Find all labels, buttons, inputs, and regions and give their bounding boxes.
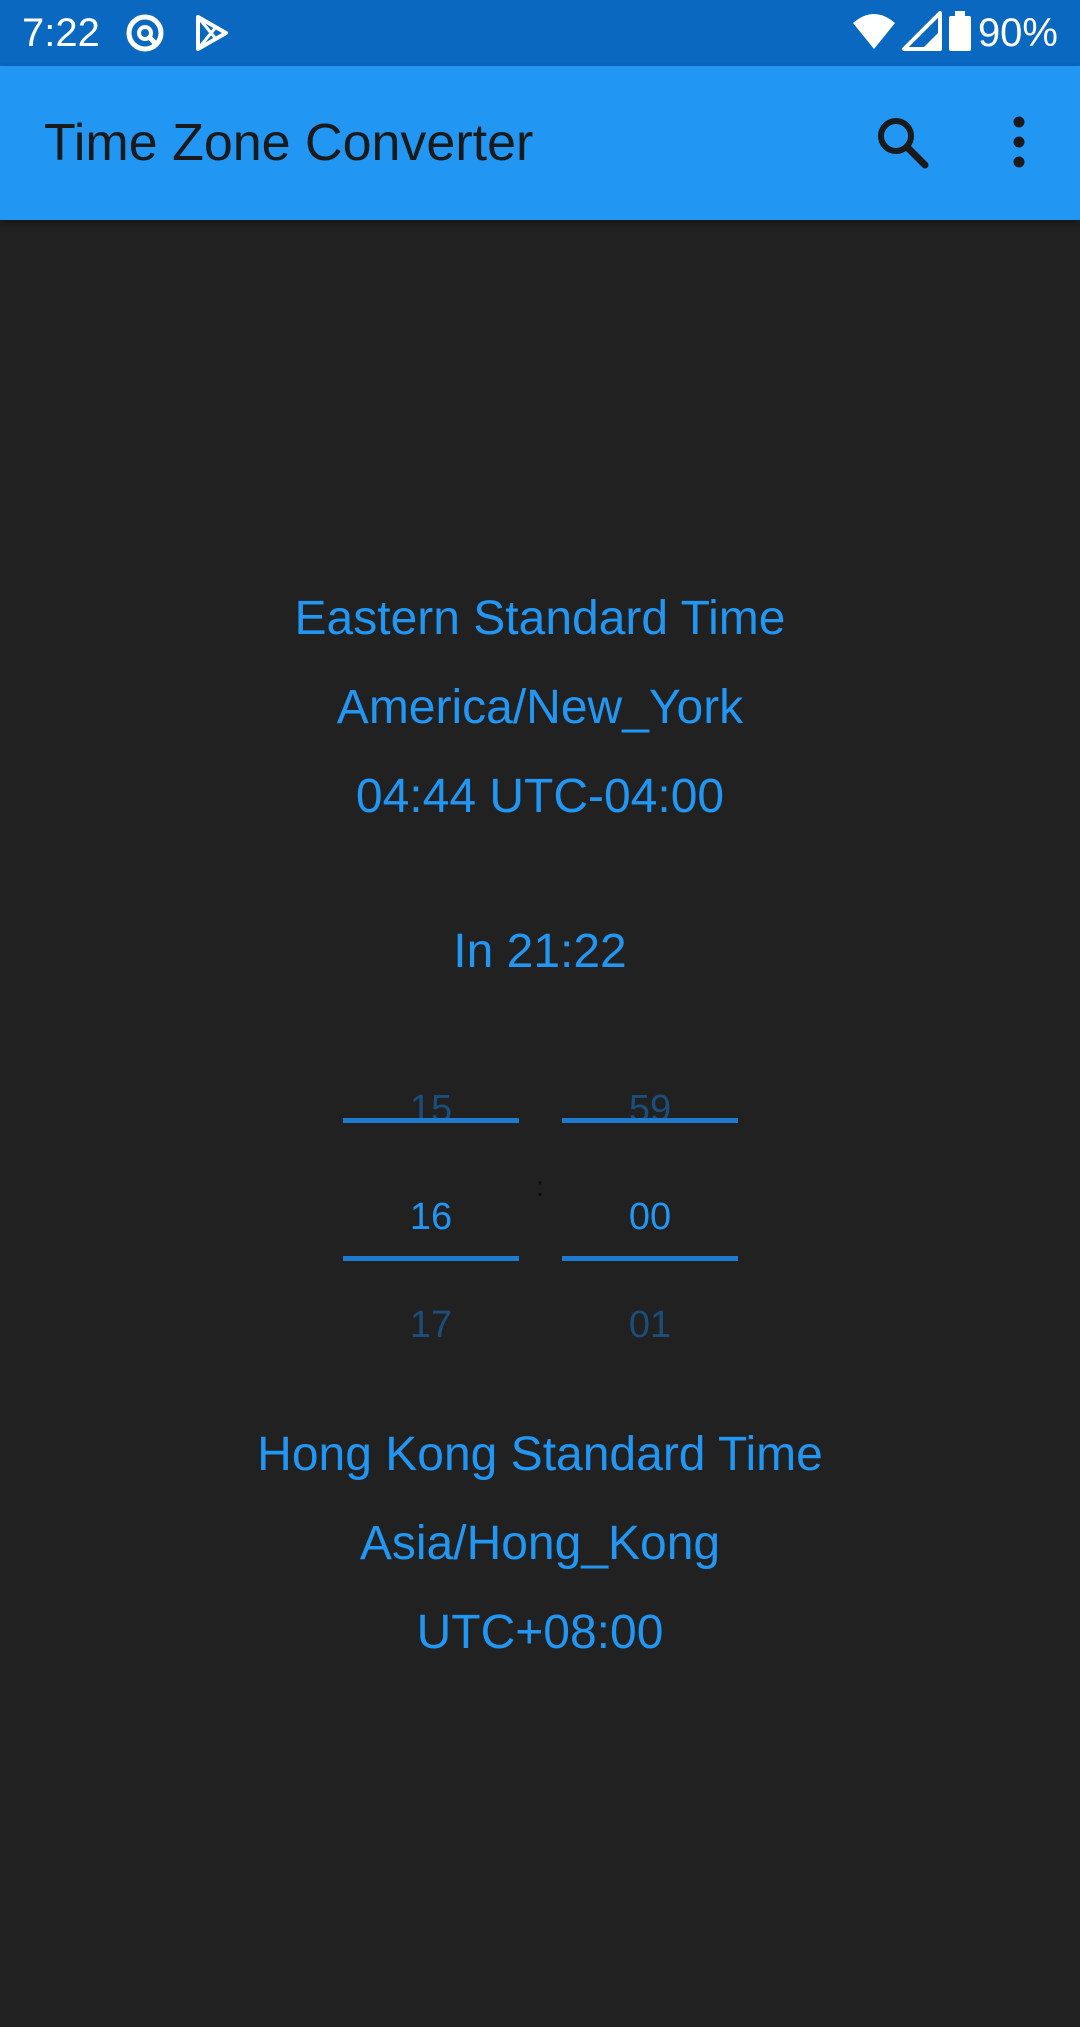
hour-picker-top-divider [343,1118,519,1123]
hour-picker[interactable]: 15 16 17 [343,1050,519,1346]
minute-next-value[interactable]: 01 [562,1301,738,1349]
time-separator: : [536,1171,544,1202]
hour-next-value[interactable]: 17 [343,1301,519,1349]
battery-percent: 90% [977,11,1058,55]
signal-icon [901,11,942,55]
minute-picker-top-divider [562,1118,738,1123]
target-zone-name[interactable]: Hong Kong Standard Time [0,1425,1080,1485]
source-zone-name[interactable]: Eastern Standard Time [0,589,1080,649]
search-button[interactable] [866,108,938,180]
hour-prev-value[interactable]: 15 [343,1085,519,1133]
overflow-menu-button[interactable] [983,108,1055,180]
more-vert-icon [1009,116,1029,172]
hour-selected-value[interactable]: 16 [343,1193,519,1241]
sync-icon [124,12,166,54]
play-store-icon [190,12,232,54]
target-zone-offset: UTC+08:00 [416,1606,664,1659]
minute-selected-value[interactable]: 00 [562,1193,738,1241]
target-zone-id[interactable]: Asia/Hong_Kong [0,1514,1080,1574]
hour-picker-bottom-divider [343,1256,519,1261]
minute-picker[interactable]: 59 00 01 [562,1050,738,1346]
status-right-group: 90% [852,8,1058,58]
search-icon [875,115,929,173]
in-time-label: In 21:22 [453,925,627,978]
status-time: 7:22 [22,11,100,55]
app-bar: Time Zone Converter [0,66,1080,220]
app-title: Time Zone Converter [44,114,534,172]
minute-prev-value[interactable]: 59 [562,1085,738,1133]
wifi-icon [852,11,896,55]
minute-picker-bottom-divider [562,1256,738,1261]
source-zone-id[interactable]: America/New_York [0,678,1080,738]
battery-icon [948,11,972,55]
source-zone-time-offset: 04:44 UTC-04:00 [355,770,725,823]
status-bar: 7:22 90% [0,0,1080,66]
